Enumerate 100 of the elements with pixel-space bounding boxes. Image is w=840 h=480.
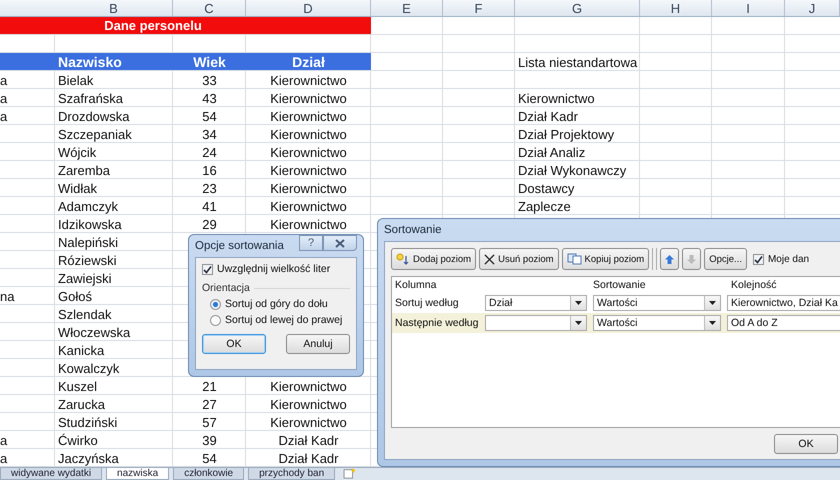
table-cell: Szlendak [58,306,112,322]
table-cell: Dostawcy [518,180,574,196]
table-cell: Kierownictwo [270,144,347,160]
order-dropdown[interactable]: Kierownictwo, Dział Ka [727,295,840,311]
table-cell: 43 [202,90,217,106]
column-header[interactable]: I [712,0,785,16]
header-cell: Wiek [173,53,246,70]
column-header[interactable]: E [371,0,443,16]
table-cell: Kierownictwo [270,414,347,430]
sheet-tab[interactable]: widywane wydatki [0,468,102,480]
add-level-button[interactable]: Dodaj poziom [391,248,476,270]
checkbox-label[interactable]: Uwzględnij wielkość liter [217,263,330,275]
column-header: Sortowanie [593,279,647,291]
level-label: Następnie według [394,317,480,329]
table-cell: Kierownictwo [270,72,347,88]
caret-icon [575,321,582,325]
header-cell [0,53,55,70]
radio-button[interactable] [210,298,221,310]
header-cell: Dział [246,53,371,70]
column-header[interactable]: J [785,0,840,16]
sort-on-dropdown[interactable]: Wartości [593,295,721,311]
checkbox[interactable] [202,264,213,274]
table-cell: Kuszel [58,378,98,394]
add-icon [396,252,410,266]
table-cell: Jaczyńska [58,450,119,466]
table-cell: 57 [202,414,217,430]
sort-level-row[interactable]: Sortuj według Dział Wartości Kierownictwo, Dział Ka [392,293,840,313]
table-cell: na [0,288,14,304]
sort-on-dropdown[interactable]: Wartości [593,315,721,331]
table-cell: 23 [202,180,217,196]
table-cell: Idzikowska [58,216,122,232]
table-cell: Szczepaniak [58,126,132,142]
move-up-button[interactable] [660,248,680,270]
column-header: Kolejność [731,279,777,291]
table-cell: 27 [202,396,217,412]
table-cell: Ćwirko [58,432,98,448]
radio-button[interactable] [210,314,221,326]
caret-icon [709,321,716,325]
table-cell: a [0,432,8,448]
sheet-tab[interactable]: nazwiska [106,468,170,480]
radio-label[interactable]: Sortuj od góry do dołu [225,298,328,310]
column-header[interactable]: G [515,0,640,16]
new-sheet-icon[interactable] [343,468,358,479]
table-cell: 21 [202,378,217,394]
ok-button[interactable]: OK [774,434,838,454]
table-cell: Drozdowska [58,108,130,124]
dropdown-button[interactable] [570,296,586,310]
dropdown-button[interactable] [704,296,720,310]
dialog-title: Sortowanie [384,224,442,236]
cancel-button[interactable]: Anuluj [286,334,350,354]
table-cell: Zaremba [58,162,110,178]
options-button[interactable]: Opcje... [704,248,747,270]
radio-label[interactable]: Sortuj od lewej do prawej [225,314,342,326]
column-header: Kolumna [394,279,438,291]
table-cell: Dział Analiz [518,144,586,160]
table-cell: Szafrańska [58,90,124,106]
table-cell: Zarucka [58,396,105,412]
close-button[interactable] [323,235,357,251]
column-dropdown[interactable]: Dział [485,295,587,311]
level-label: Sortuj według [394,297,460,309]
ok-button[interactable]: OK [202,334,266,354]
table-cell: Zaplecze [518,198,571,214]
table-cell: 16 [202,162,217,178]
table-cell: a [0,72,8,88]
order-dropdown[interactable]: Od A do Z [727,315,840,331]
group-label: Orientacja [202,282,250,294]
column-header[interactable]: H [640,0,712,16]
copy-level-button[interactable]: Kopiuj poziom [562,248,650,270]
table-cell: 54 [202,450,217,466]
arrow-down-icon [687,254,696,264]
dropdown-button[interactable] [704,316,720,330]
table-cell: Dział Kadr [278,432,338,448]
copy-icon [566,253,582,265]
table-cell: Lista niestandartowa [518,54,638,70]
checkbox[interactable] [752,254,764,264]
checkbox-label[interactable]: Moje dan [768,254,810,264]
sort-level-row[interactable]: Następnie według Wartości Od A do Z [392,313,840,333]
dropdown-button[interactable] [570,316,586,330]
table-cell: Studziński [58,414,118,430]
column-header[interactable]: F [443,0,515,16]
table-cell: 34 [202,126,217,142]
table-cell: Adamczyk [58,198,118,214]
sheet-tab[interactable]: członkowie [173,468,244,480]
table-cell: Kierownictwo [270,90,347,106]
checkmark-icon [203,264,212,274]
table-cell: 33 [202,72,217,88]
delete-icon [484,254,496,264]
delete-level-button[interactable]: Usuń poziom [479,248,559,270]
column-header[interactable]: B [55,0,173,16]
table-cell: Gołoś [58,288,92,304]
column-header[interactable]: C [173,0,246,16]
table-cell: 41 [202,198,217,214]
column-header[interactable]: D [246,0,371,16]
sheet-tab[interactable]: przychody ban [248,468,336,480]
table-cell: Dział Kadr [278,450,338,466]
close-icon [335,238,345,248]
arrow-up-icon [665,254,674,264]
table-cell: a [0,90,8,106]
table-cell: a [0,450,8,466]
help-button[interactable]: ? [299,235,323,251]
